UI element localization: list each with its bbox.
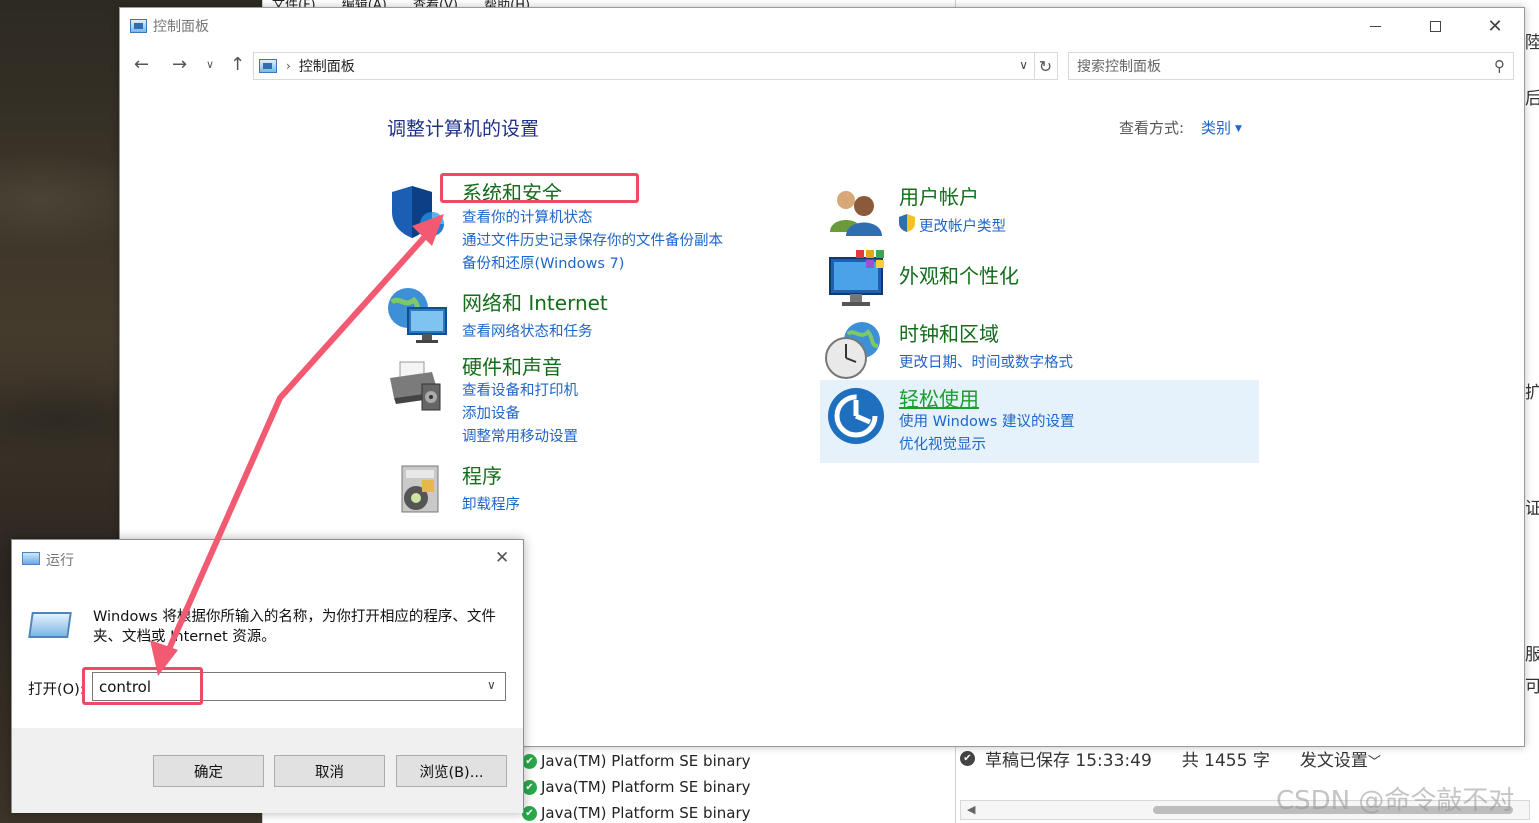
annotation-arrow xyxy=(159,219,441,667)
annotation-arrow-overlay xyxy=(150,214,444,676)
